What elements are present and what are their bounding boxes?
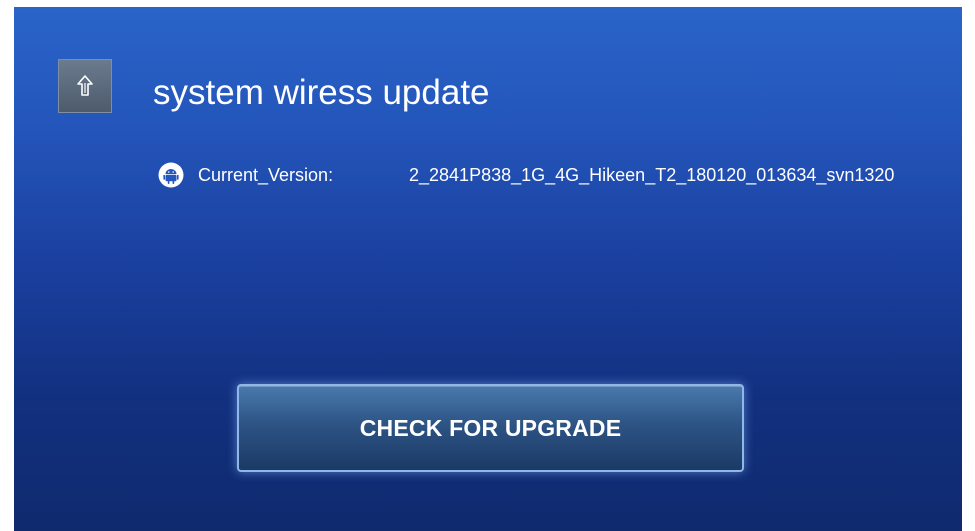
android-icon [158, 162, 184, 188]
update-screen: system wiress update Current_Version: 2_… [14, 7, 962, 531]
upload-arrow-icon [58, 59, 112, 113]
check-for-upgrade-button[interactable]: CHECK FOR UPGRADE [237, 384, 744, 472]
current-version-label: Current_Version: [198, 165, 334, 185]
current-version-value: 2_2841P838_1G_4G_Hikeen_T2_180120_013634… [409, 165, 895, 185]
check-for-upgrade-label: CHECK FOR UPGRADE [359, 414, 622, 441]
page-title: system wiress update [153, 73, 490, 112]
